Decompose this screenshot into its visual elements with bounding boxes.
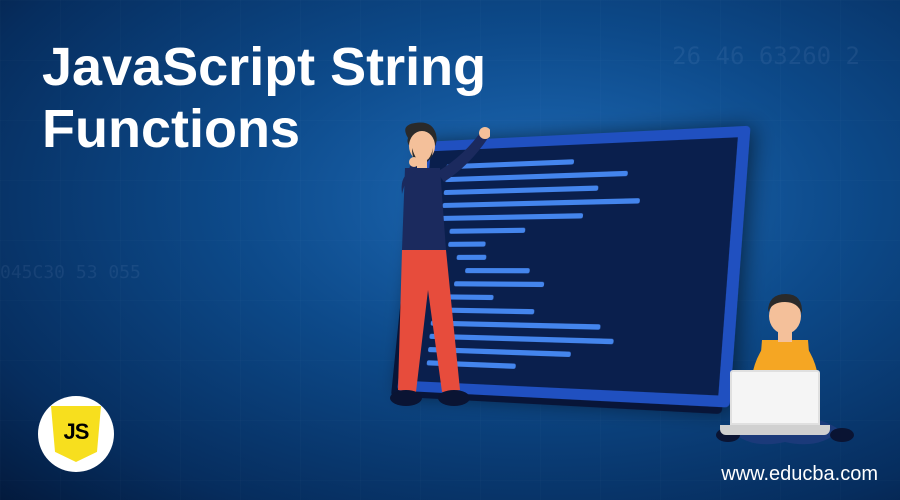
- title-line-2: Functions: [42, 99, 300, 159]
- website-url: www.educba.com: [721, 463, 878, 486]
- laptop-screen: [730, 370, 820, 425]
- illustration-scene: [300, 120, 860, 480]
- laptop-base: [720, 425, 830, 435]
- standing-person-illustration: [360, 120, 490, 440]
- logo-text: JS: [64, 419, 89, 445]
- bg-code-decoration: 01 10 110: [140, 200, 227, 222]
- person-standing-icon: [360, 120, 490, 440]
- title-line-1: JavaScript String: [42, 37, 486, 97]
- javascript-logo-badge: JS: [38, 396, 114, 472]
- sitting-person-illustration: [690, 270, 870, 470]
- javascript-shield-icon: JS: [51, 406, 101, 462]
- bg-code-decoration: 26 46 63260 2: [672, 40, 860, 74]
- bg-code-decoration: 045C30 53 055: [0, 260, 141, 285]
- laptop-illustration: [720, 370, 830, 440]
